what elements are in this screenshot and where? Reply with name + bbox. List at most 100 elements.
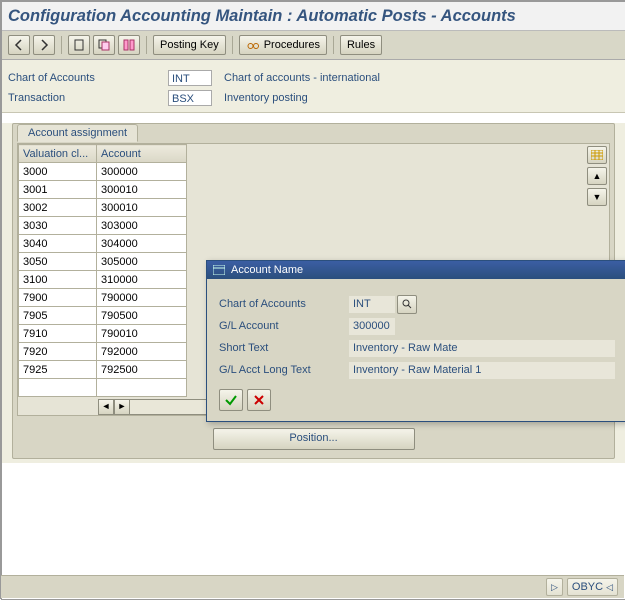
cell-account[interactable]: 790010 bbox=[97, 325, 187, 343]
cell-valuation-class[interactable]: 7925 bbox=[19, 361, 97, 379]
f4-help-button[interactable] bbox=[397, 295, 417, 314]
coa-value: INT bbox=[168, 70, 212, 86]
cell-valuation-class[interactable]: 3100 bbox=[19, 271, 97, 289]
table-row[interactable]: 3030303000 bbox=[19, 217, 187, 235]
rules-button[interactable]: Rules bbox=[340, 35, 382, 55]
triangle-left-icon: ◁ bbox=[606, 582, 613, 593]
cell-valuation-class[interactable]: 7900 bbox=[19, 289, 97, 307]
copy-button[interactable] bbox=[93, 35, 115, 55]
window-icon bbox=[213, 265, 225, 275]
trans-value: BSX bbox=[168, 90, 212, 106]
dialog-titlebar[interactable]: Account Name bbox=[207, 261, 625, 279]
hscroll-step-right-icon[interactable]: ► bbox=[114, 399, 130, 415]
dialog-cancel-button[interactable] bbox=[247, 389, 271, 411]
cell-valuation-class[interactable]: 7905 bbox=[19, 307, 97, 325]
arrow-right-icon bbox=[37, 38, 51, 52]
coa-desc: Chart of accounts - international bbox=[224, 72, 380, 84]
new-entries-button[interactable] bbox=[68, 35, 90, 55]
columns-icon bbox=[122, 38, 136, 52]
cell-valuation-class[interactable]: 3002 bbox=[19, 199, 97, 217]
cell-account[interactable]: 790500 bbox=[97, 307, 187, 325]
table-row-empty[interactable] bbox=[19, 379, 187, 397]
page-title: Configuration Accounting Maintain : Auto… bbox=[2, 2, 625, 31]
cell-account[interactable]: 310000 bbox=[97, 271, 187, 289]
glasses-icon bbox=[246, 38, 260, 52]
next-button[interactable] bbox=[33, 35, 55, 55]
grid-layout-button[interactable] bbox=[587, 146, 607, 164]
col-account[interactable]: Account bbox=[97, 145, 187, 163]
cell-valuation-class[interactable]: 7920 bbox=[19, 343, 97, 361]
dialog-title: Account Name bbox=[231, 264, 303, 276]
app-toolbar: Posting Key Procedures Rules bbox=[2, 31, 625, 60]
trans-desc: Inventory posting bbox=[224, 92, 308, 104]
table-row[interactable]: 3002300010 bbox=[19, 199, 187, 217]
table-row[interactable]: 3040304000 bbox=[19, 235, 187, 253]
popup-long-label: G/L Acct Long Text bbox=[219, 364, 349, 376]
grid-icon bbox=[591, 150, 603, 160]
header-area: Chart of Accounts INT Chart of accounts … bbox=[2, 60, 625, 113]
procedures-button[interactable]: Procedures bbox=[239, 35, 327, 55]
prev-button[interactable] bbox=[8, 35, 30, 55]
cell-account[interactable]: 792500 bbox=[97, 361, 187, 379]
hscroll-left-icon[interactable]: ◄ bbox=[98, 399, 114, 415]
popup-short-value[interactable]: Inventory - Raw Mate bbox=[349, 340, 615, 357]
cell-valuation-class[interactable]: 3050 bbox=[19, 253, 97, 271]
cell-account[interactable] bbox=[97, 379, 187, 397]
table-row[interactable]: 7905790500 bbox=[19, 307, 187, 325]
page-icon bbox=[72, 38, 86, 52]
triangle-right-icon: ▷ bbox=[551, 582, 558, 593]
triangle-down-icon: ▼ bbox=[593, 192, 602, 202]
popup-short-label: Short Text bbox=[219, 342, 349, 354]
popup-gl-value[interactable]: 300000 bbox=[349, 318, 395, 335]
triangle-up-icon: ▲ bbox=[593, 171, 602, 181]
arrow-left-icon bbox=[12, 38, 26, 52]
popup-long-value[interactable]: Inventory - Raw Material 1 bbox=[349, 362, 615, 379]
tcode-value: OBYC bbox=[572, 581, 603, 593]
cell-account[interactable]: 792000 bbox=[97, 343, 187, 361]
trans-label: Transaction bbox=[8, 92, 168, 104]
cell-valuation-class[interactable]: 3040 bbox=[19, 235, 97, 253]
procedures-label: Procedures bbox=[264, 39, 320, 51]
popup-coa-label: Chart of Accounts bbox=[219, 298, 349, 310]
table-row[interactable]: 7925792500 bbox=[19, 361, 187, 379]
grid-scroll-down-button[interactable]: ▼ bbox=[587, 188, 607, 206]
cell-valuation-class[interactable]: 3030 bbox=[19, 217, 97, 235]
cell-valuation-class[interactable]: 3000 bbox=[19, 163, 97, 181]
cell-account[interactable]: 304000 bbox=[97, 235, 187, 253]
account-assignment-table[interactable]: Valuation cl... Account 3000300000300130… bbox=[18, 144, 187, 397]
cell-account[interactable]: 303000 bbox=[97, 217, 187, 235]
coa-label: Chart of Accounts bbox=[8, 72, 168, 84]
cell-account[interactable]: 300010 bbox=[97, 199, 187, 217]
cell-account[interactable]: 300010 bbox=[97, 181, 187, 199]
popup-coa-value[interactable]: INT bbox=[349, 296, 395, 313]
copy-icon bbox=[97, 38, 111, 52]
cell-valuation-class[interactable]: 7910 bbox=[19, 325, 97, 343]
col-valuation-class[interactable]: Valuation cl... bbox=[19, 145, 97, 163]
cell-valuation-class[interactable]: 3001 bbox=[19, 181, 97, 199]
grid-scroll-up-button[interactable]: ▲ bbox=[587, 167, 607, 185]
cell-account[interactable]: 300000 bbox=[97, 163, 187, 181]
delimit-button[interactable] bbox=[118, 35, 140, 55]
dialog-ok-button[interactable] bbox=[219, 389, 243, 411]
cancel-icon bbox=[253, 394, 265, 406]
position-button[interactable]: Position... bbox=[213, 428, 415, 450]
table-row[interactable]: 7920792000 bbox=[19, 343, 187, 361]
tcode-chip[interactable]: OBYC ◁ bbox=[567, 578, 618, 596]
status-bar: ▷ OBYC ◁ bbox=[1, 575, 624, 598]
status-expand-button[interactable]: ▷ bbox=[546, 578, 563, 596]
cell-valuation-class[interactable] bbox=[19, 379, 97, 397]
table-row[interactable]: 7910790010 bbox=[19, 325, 187, 343]
table-row[interactable]: 3050305000 bbox=[19, 253, 187, 271]
cell-account[interactable]: 305000 bbox=[97, 253, 187, 271]
posting-key-button[interactable]: Posting Key bbox=[153, 35, 226, 55]
table-row[interactable]: 7900790000 bbox=[19, 289, 187, 307]
table-row[interactable]: 3001300010 bbox=[19, 181, 187, 199]
account-name-dialog: Account Name Chart of Accounts INT G/L A… bbox=[206, 260, 625, 422]
account-assignment-tab[interactable]: Account assignment bbox=[17, 124, 138, 142]
table-row[interactable]: 3100310000 bbox=[19, 271, 187, 289]
search-help-icon bbox=[402, 299, 412, 309]
popup-gl-label: G/L Account bbox=[219, 320, 349, 332]
table-row[interactable]: 3000300000 bbox=[19, 163, 187, 181]
check-icon bbox=[224, 393, 238, 407]
cell-account[interactable]: 790000 bbox=[97, 289, 187, 307]
